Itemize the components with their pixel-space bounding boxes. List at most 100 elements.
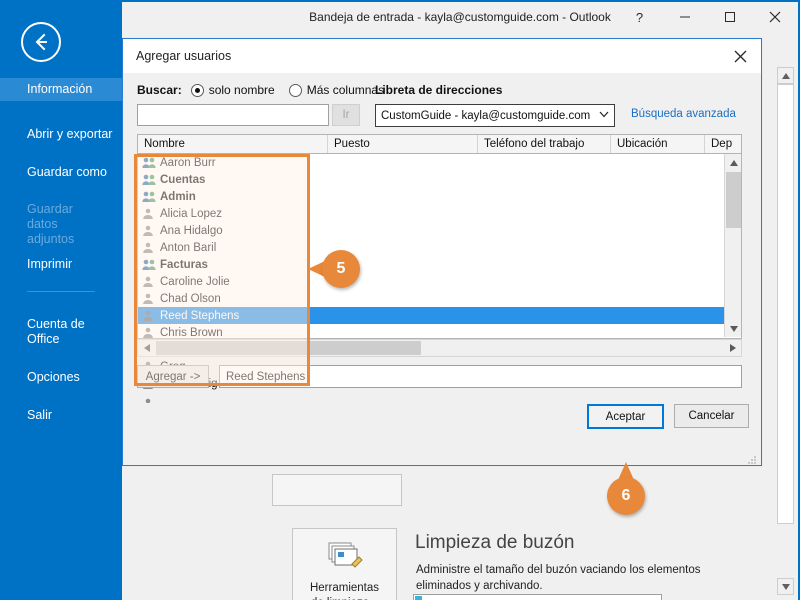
sidebar-item-salir[interactable]: Salir — [0, 404, 122, 427]
advanced-search-link[interactable]: Búsqueda avanzada — [631, 108, 736, 120]
person-icon — [142, 293, 160, 305]
title-bar: Bandeja de entrada - kayla@customguide.c… — [122, 2, 798, 32]
add-users-dialog: Agregar usuarios Buscar: solo nombre Más… — [122, 38, 762, 466]
resize-grip-icon[interactable] — [747, 452, 757, 464]
dialog-title: Agregar usuarios — [136, 49, 232, 63]
column-header-nombre[interactable]: Nombre — [138, 135, 328, 153]
column-header-telefono[interactable]: Teléfono del trabajo — [478, 135, 611, 153]
list-item[interactable]: Cuentas — [138, 171, 724, 188]
results-list[interactable]: Aaron Burr Cuentas Admin Alicia Lopez An… — [137, 154, 742, 403]
list-item-label: Chad Olson — [160, 292, 221, 305]
go-button[interactable]: Ir — [332, 104, 360, 126]
list-item-label: Anton Baril — [160, 241, 217, 254]
dialog-close-icon[interactable] — [719, 39, 761, 73]
search-label: Buscar: — [137, 83, 182, 97]
callout-5: 5 — [322, 250, 360, 288]
help-icon[interactable]: ? — [617, 2, 662, 32]
sidebar-item-label: Información — [27, 82, 93, 96]
account-settings-tile-partial — [272, 474, 402, 506]
sidebar-item-abrir-y-exportar[interactable]: Abrir y exportar — [0, 123, 122, 146]
results-column-headers: Nombre Puesto Teléfono del trabajo Ubica… — [137, 134, 742, 154]
scroll-up-icon[interactable] — [725, 154, 742, 171]
radio-solo-nombre[interactable]: solo nombre — [190, 83, 275, 97]
person-icon — [142, 310, 160, 322]
radio-mas-columnas-icon — [288, 83, 302, 97]
minimize-icon[interactable] — [662, 2, 707, 32]
maximize-icon[interactable] — [707, 2, 752, 32]
results-scroll-thumb[interactable] — [726, 172, 741, 228]
person-icon — [142, 327, 160, 339]
mailbox-storage-fill — [415, 596, 422, 600]
cleanup-tools-icon — [326, 540, 364, 575]
backstage-sidebar: Información Abrir y exportar Guardar com… — [0, 0, 122, 600]
column-header-dep[interactable]: Dep — [705, 135, 741, 153]
add-button[interactable]: Agregar -> — [137, 365, 209, 388]
address-book-label: Libreta de direcciones — [375, 83, 503, 97]
list-item[interactable]: Admin — [138, 188, 724, 205]
list-item-selected[interactable]: Reed Stephens — [138, 307, 724, 324]
list-item[interactable]: Aaron Burr — [138, 154, 724, 171]
results-vertical-scrollbar[interactable] — [724, 154, 741, 337]
search-options-row: Buscar: solo nombre Más columnas — [137, 83, 398, 97]
sidebar-item-label: Cuenta de Office — [27, 317, 85, 346]
scroll-down-icon[interactable] — [777, 578, 794, 595]
list-item[interactable]: Facturas — [138, 256, 724, 273]
cancel-button[interactable]: Cancelar — [674, 404, 749, 428]
list-item-label: Ana Hidalgo — [160, 224, 223, 237]
sidebar-item-label: Abrir y exportar — [27, 127, 113, 141]
list-item-label: Facturas — [160, 258, 208, 271]
results-horizontal-scrollbar[interactable] — [137, 339, 742, 357]
list-item-label: Alicia Lopez — [160, 207, 223, 220]
sidebar-item-informacion[interactable]: Información — [0, 78, 122, 101]
radio-solo-nombre-label: solo nombre — [208, 83, 275, 97]
window-controls: ? — [617, 2, 798, 32]
results-hscroll-thumb[interactable] — [156, 341, 421, 355]
sidebar-item-label: Salir — [27, 408, 53, 422]
sidebar-item-imprimir[interactable]: Imprimir — [0, 253, 122, 276]
mailbox-storage-bar — [413, 594, 662, 600]
scroll-down-icon[interactable] — [725, 320, 742, 337]
mailbox-cleanup-heading: Limpieza de buzón — [415, 532, 575, 553]
list-item[interactable]: Alicia Lopez — [138, 205, 724, 222]
dialog-title-bar: Agregar usuarios — [123, 39, 761, 73]
list-item[interactable]: Chad Olson — [138, 290, 724, 307]
address-book-selected-value: CustomGuide - kayla@customguide.com — [381, 109, 591, 122]
sidebar-item-cuenta-de-office[interactable]: Cuenta de Office — [0, 313, 100, 351]
list-item[interactable]: Caroline Jolie — [138, 273, 724, 290]
column-header-puesto[interactable]: Puesto — [328, 135, 478, 153]
person-icon — [142, 276, 160, 288]
sidebar-item-label: Opciones — [27, 370, 80, 384]
page-scrollbar[interactable] — [777, 67, 794, 595]
group-icon — [142, 191, 160, 203]
list-item-label: Aaron Burr — [160, 156, 216, 169]
page-scrollbar-track[interactable] — [777, 84, 794, 524]
sidebar-item-opciones[interactable]: Opciones — [0, 366, 122, 389]
sidebar-item-guardar-como[interactable]: Guardar como — [0, 161, 122, 184]
person-icon — [142, 242, 160, 254]
close-icon[interactable] — [752, 2, 798, 32]
person-icon — [142, 208, 160, 220]
sidebar-item-guardar-datos-adjuntos: Guardar datos adjuntos — [0, 198, 100, 251]
list-item[interactable]: Anton Baril — [138, 239, 724, 256]
callout-6-number: 6 — [621, 487, 631, 504]
radio-mas-columnas[interactable]: Más columnas — [288, 83, 384, 97]
cleanup-tools-button[interactable]: Herramientas de limpieza ▾ — [292, 528, 397, 600]
search-input[interactable] — [137, 104, 329, 126]
screen: Información Abrir y exportar Guardar com… — [0, 0, 800, 600]
list-item-label: Reed Stephens — [160, 309, 240, 322]
selected-recipients-field[interactable]: Reed Stephens — [219, 365, 742, 388]
list-item-label: Chris Brown — [160, 326, 223, 339]
list-item-label: Caroline Jolie — [160, 275, 230, 288]
ok-button[interactable]: Aceptar — [587, 404, 664, 429]
scroll-up-icon[interactable] — [777, 67, 794, 84]
radio-solo-nombre-icon — [190, 83, 204, 97]
address-book-select[interactable]: CustomGuide - kayla@customguide.com — [375, 104, 615, 127]
scroll-right-icon[interactable] — [724, 340, 741, 356]
scroll-left-icon[interactable] — [138, 340, 155, 356]
list-item-label: Cuentas — [160, 173, 206, 186]
list-item[interactable]: Ana Hidalgo — [138, 222, 724, 239]
column-header-ubicacion[interactable]: Ubicación — [611, 135, 705, 153]
cleanup-tools-label-line2: de limpieza ▾ — [310, 596, 379, 600]
dialog-body: Buscar: solo nombre Más columnas Libreta… — [123, 73, 761, 465]
back-arrow-icon[interactable] — [21, 22, 61, 62]
